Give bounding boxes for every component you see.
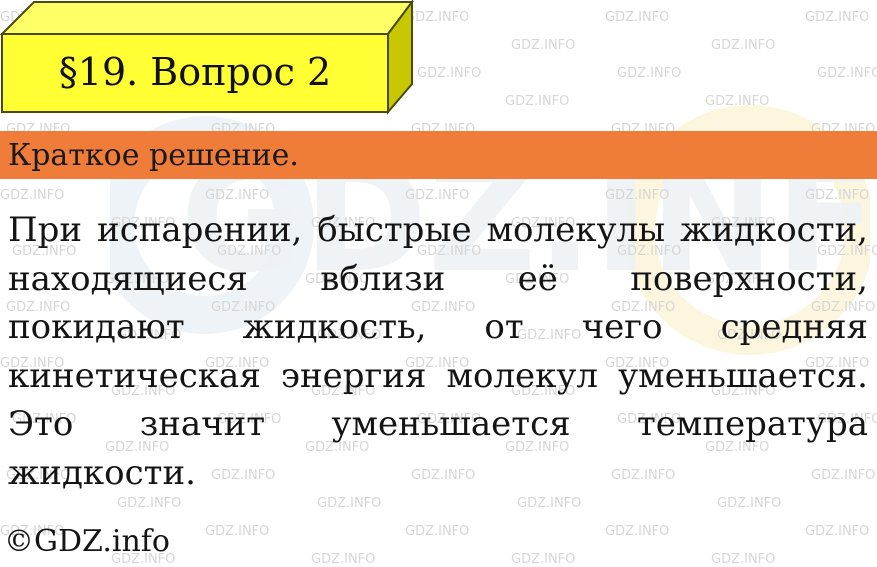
watermark-text: GDZ.INFO (511, 38, 576, 53)
watermark-text: GDZ.INFO (317, 496, 382, 511)
section-title-box: §19. Вопрос 2 (0, 0, 415, 115)
watermark-text: GDZ.INFO (205, 188, 270, 203)
watermark-text: GDZ.INFO (805, 188, 870, 203)
watermark-text: GDZ.INFO (205, 524, 270, 539)
watermark-text: GDZ.INFO (311, 552, 376, 567)
copyright-text: ©GDZ.info (4, 524, 170, 559)
watermark-text: GDZ.INFO (717, 496, 782, 511)
watermark-text: GDZ.INFO (605, 188, 670, 203)
watermark-text: GDZ.INFO (705, 94, 770, 109)
watermark-text: GDZ.INFO (511, 552, 576, 567)
watermark-text: GDZ.INFO (711, 38, 776, 53)
watermark-text: GDZ.INFO (117, 496, 182, 511)
watermark-text: GDZ.INFO (605, 524, 670, 539)
answer-text: При испарении, быстрые молекулы жидкости… (8, 210, 868, 493)
watermark-text: GDZ.INFO (711, 552, 776, 567)
watermark-text: GDZ.INFO (805, 10, 870, 25)
watermark-text: GDZ.INFO (605, 10, 670, 25)
watermark-text: GDZ.INFO (617, 66, 682, 81)
watermark-text: GDZ.INFO (505, 94, 570, 109)
watermark-text: GDZ.INFO (517, 496, 582, 511)
section-label: Краткое решение. (8, 137, 299, 173)
watermark-text: GDZ.INFO (817, 66, 877, 81)
watermark-text: GDZ.INFO (805, 524, 870, 539)
page-title: §19. Вопрос 2 (58, 50, 332, 94)
watermark-text: GDZ.INFO (417, 66, 482, 81)
section-bar: Краткое решение. (0, 131, 877, 179)
watermark-text: GDZ.INFO (0, 188, 65, 203)
watermark-text: GDZ.INFO (405, 188, 470, 203)
watermark-text: GDZ.INFO (405, 524, 470, 539)
